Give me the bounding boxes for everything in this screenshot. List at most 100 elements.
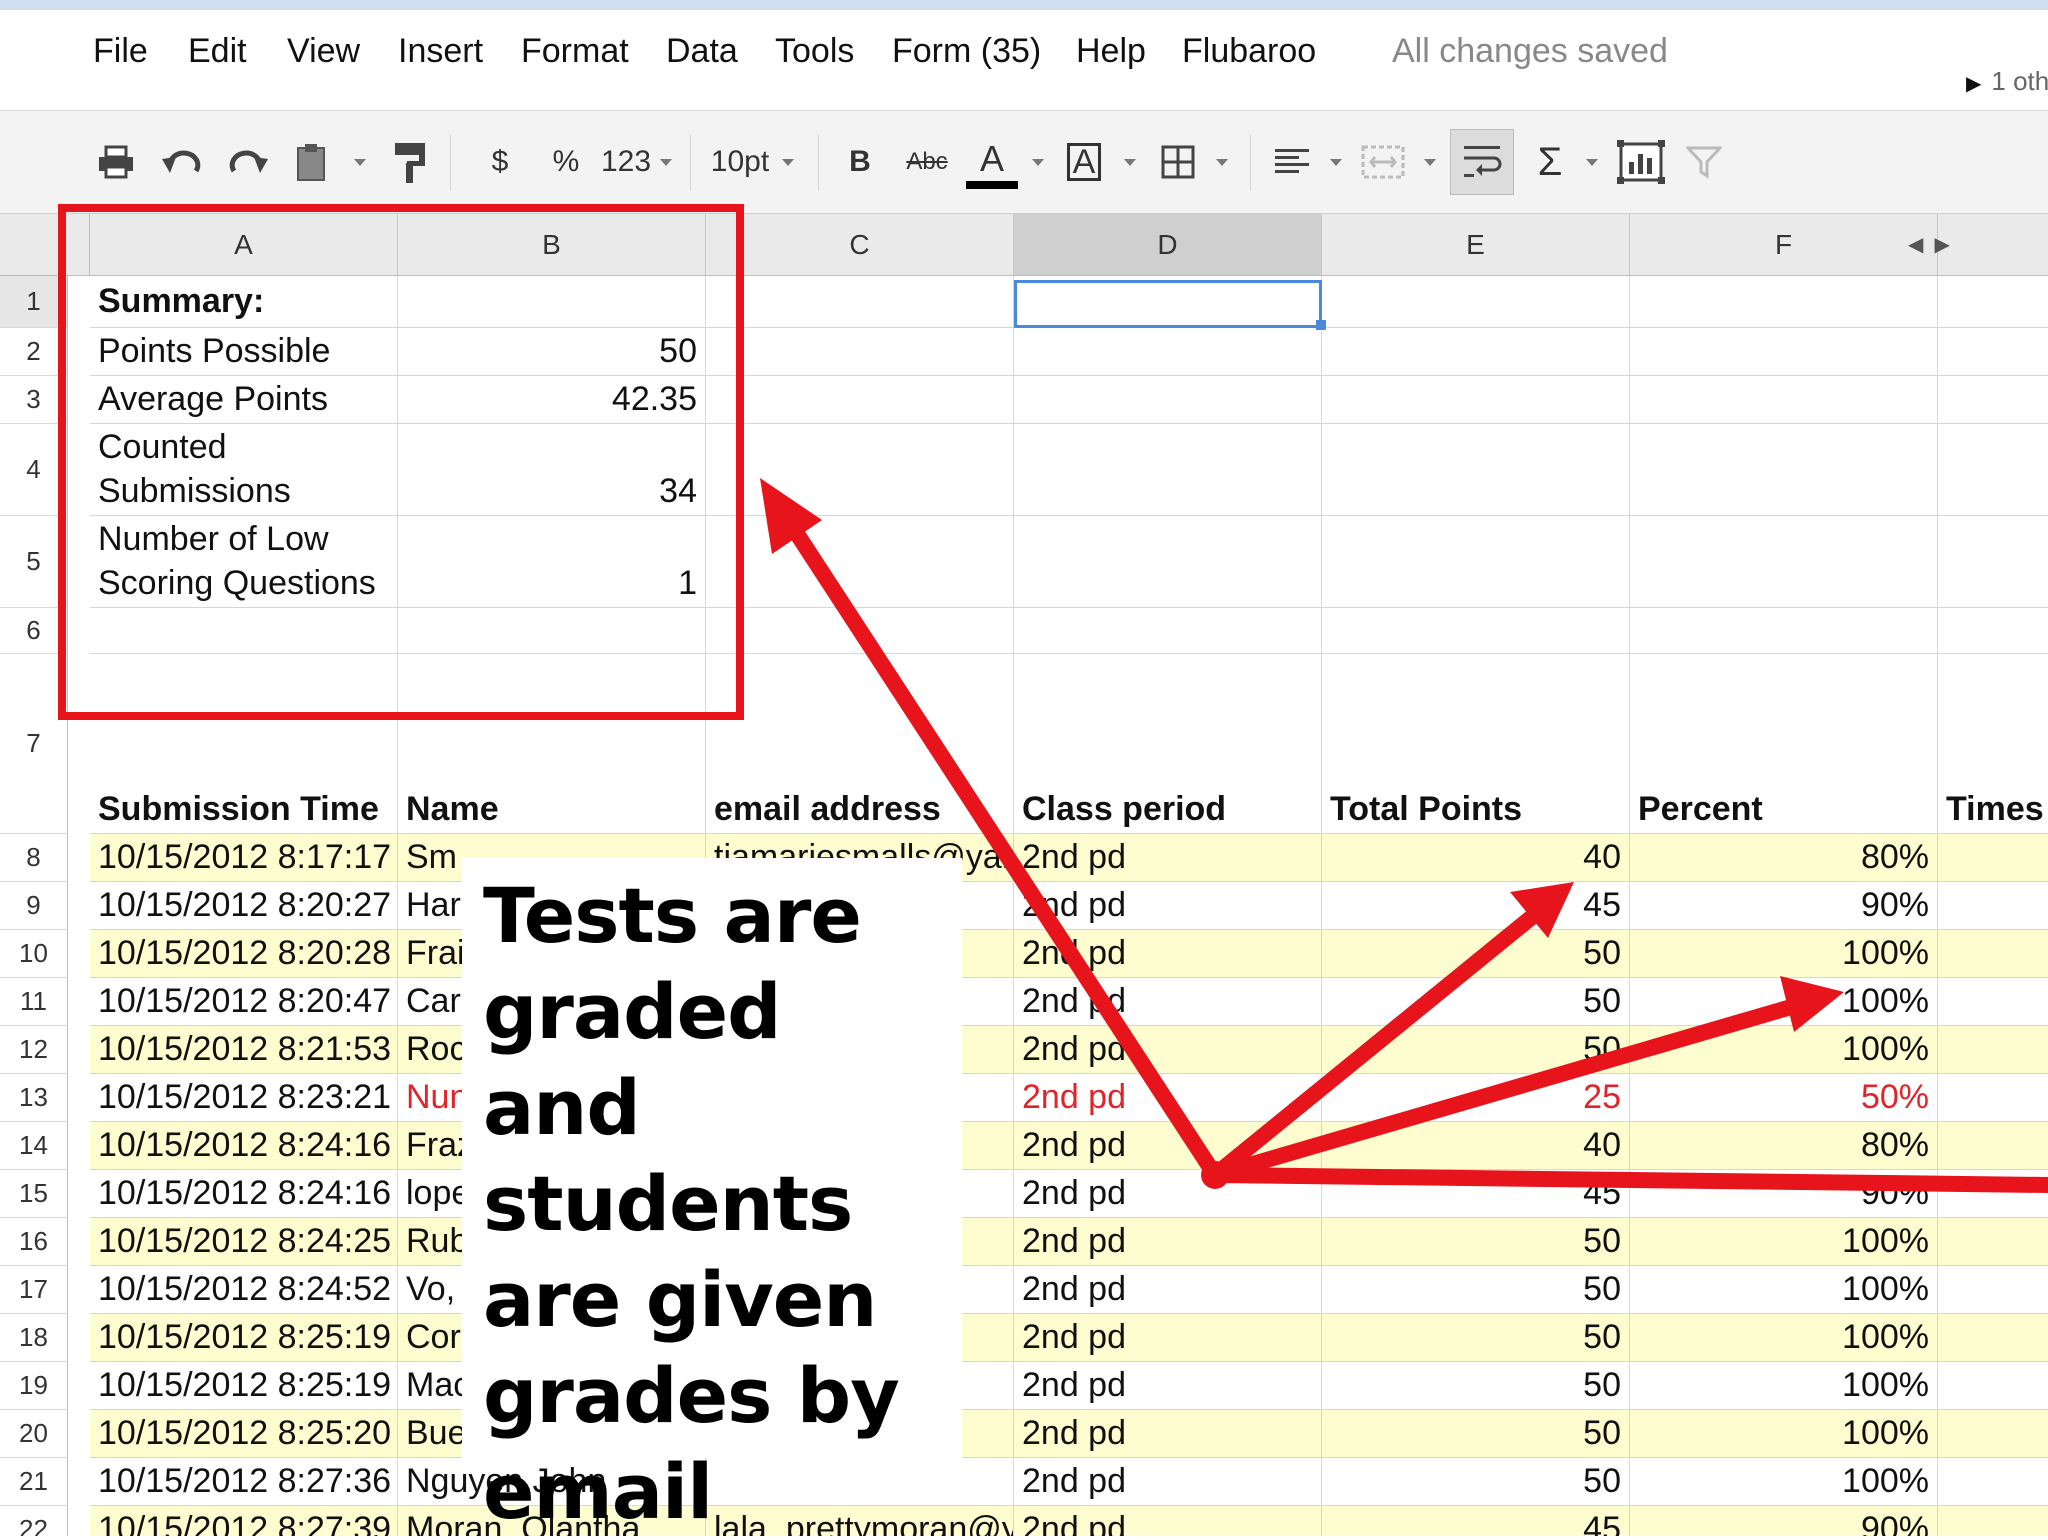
table-cell-points[interactable]: 50 <box>1322 1218 1630 1266</box>
cell[interactable] <box>1630 376 1938 424</box>
sum-function-button[interactable]: Σ <box>1530 137 1570 187</box>
table-cell-points[interactable]: 40 <box>1322 1122 1630 1170</box>
table-cell-times[interactable] <box>1938 1458 2048 1506</box>
row-header[interactable]: 8 <box>0 834 68 882</box>
table-cell-points[interactable]: 25 <box>1322 1074 1630 1122</box>
column-header-a[interactable]: A <box>90 214 398 276</box>
cell[interactable] <box>1322 424 1630 516</box>
row-header[interactable]: 7 <box>0 654 68 834</box>
table-cell-time[interactable]: 10/15/2012 8:24:16 <box>90 1170 398 1218</box>
table-cell-percent[interactable]: 90% <box>1630 882 1938 930</box>
row-header[interactable]: 2 <box>0 328 68 376</box>
table-cell-period[interactable]: 2nd pd <box>1014 930 1322 978</box>
menu-flubaroo[interactable]: Flubaroo <box>1182 32 1316 71</box>
table-cell-time[interactable]: 10/15/2012 8:24:16 <box>90 1122 398 1170</box>
table-cell-time[interactable]: 10/15/2012 8:21:53 <box>90 1026 398 1074</box>
table-cell-points[interactable]: 50 <box>1322 930 1630 978</box>
table-header[interactable]: Percent <box>1630 654 1938 834</box>
row-header[interactable]: 10 <box>0 930 68 978</box>
table-cell-period[interactable]: 2nd pd <box>1014 1314 1322 1362</box>
table-cell-times[interactable] <box>1938 1218 2048 1266</box>
column-header-f[interactable]: F <box>1630 214 1938 276</box>
cell[interactable] <box>1322 608 1630 654</box>
table-cell-period[interactable]: 2nd pd <box>1014 1170 1322 1218</box>
cell[interactable] <box>706 276 1014 328</box>
table-cell-period[interactable]: 2nd pd <box>1014 1266 1322 1314</box>
cell[interactable] <box>1938 376 2048 424</box>
function-caret[interactable] <box>1586 159 1598 166</box>
table-cell-time[interactable]: 10/15/2012 8:25:19 <box>90 1314 398 1362</box>
table-cell-points[interactable]: 50 <box>1322 1410 1630 1458</box>
row-header[interactable]: 16 <box>0 1218 68 1266</box>
cell[interactable] <box>1630 328 1938 376</box>
cell[interactable] <box>706 608 1014 654</box>
paste-dropdown-caret[interactable] <box>354 159 366 166</box>
borders-caret[interactable] <box>1216 159 1228 166</box>
table-header[interactable]: email address <box>706 654 1014 834</box>
row-header[interactable]: 4 <box>0 424 68 516</box>
menu-insert[interactable]: Insert <box>398 32 483 71</box>
menu-form[interactable]: Form (35) <box>892 32 1041 71</box>
cell[interactable] <box>1630 608 1938 654</box>
percent-format-button[interactable]: % <box>548 137 584 187</box>
font-size-caret[interactable] <box>782 159 794 166</box>
summary-value[interactable]: 42.35 <box>398 376 706 424</box>
table-cell-points[interactable]: 50 <box>1322 1362 1630 1410</box>
row-header[interactable]: 18 <box>0 1314 68 1362</box>
menu-file[interactable]: File <box>93 32 148 71</box>
redo-icon[interactable] <box>226 137 270 187</box>
table-header[interactable]: Name <box>398 654 706 834</box>
table-cell-times[interactable] <box>1938 1410 2048 1458</box>
table-cell-percent[interactable]: 100% <box>1630 1266 1938 1314</box>
table-cell-percent[interactable]: 80% <box>1630 834 1938 882</box>
table-cell-percent[interactable]: 100% <box>1630 1458 1938 1506</box>
menu-data[interactable]: Data <box>666 32 738 71</box>
table-cell-time[interactable]: 10/15/2012 8:24:25 <box>90 1218 398 1266</box>
table-cell-period[interactable]: 2nd pd <box>1014 1458 1322 1506</box>
column-header-g[interactable] <box>1938 214 2048 276</box>
bold-button[interactable]: B <box>842 137 878 187</box>
table-cell-time[interactable]: 10/15/2012 8:25:20 <box>90 1410 398 1458</box>
table-header[interactable]: Submission Time <box>90 654 398 834</box>
table-cell-time[interactable]: 10/15/2012 8:27:36 <box>90 1458 398 1506</box>
number-format-caret[interactable] <box>660 159 672 166</box>
table-cell-times[interactable] <box>1938 1026 2048 1074</box>
summary-label[interactable]: Points Possible <box>90 328 398 376</box>
fill-handle[interactable] <box>1316 320 1326 330</box>
table-cell-points[interactable]: 45 <box>1322 882 1630 930</box>
row-header[interactable]: 12 <box>0 1026 68 1074</box>
fill-color-button[interactable]: A <box>1062 137 1106 187</box>
table-cell-time[interactable]: 10/15/2012 8:23:21 <box>90 1074 398 1122</box>
cell[interactable] <box>1014 516 1322 608</box>
menu-edit[interactable]: Edit <box>188 32 247 71</box>
table-cell-period[interactable]: 2nd pd <box>1014 1362 1322 1410</box>
column-header-d[interactable]: D <box>1014 214 1322 276</box>
active-cell-d1[interactable] <box>1014 280 1322 328</box>
table-cell-times[interactable] <box>1938 882 2048 930</box>
align-caret[interactable] <box>1330 159 1342 166</box>
cell[interactable] <box>706 424 1014 516</box>
collaborators-indicator[interactable]: ▶ 1 oth <box>1966 66 2048 97</box>
cell[interactable] <box>1630 276 1938 328</box>
table-cell-time[interactable]: 10/15/2012 8:20:28 <box>90 930 398 978</box>
cell[interactable] <box>706 516 1014 608</box>
row-header[interactable]: 5 <box>0 516 68 608</box>
cell[interactable] <box>1630 424 1938 516</box>
cell[interactable] <box>398 608 706 654</box>
row-header[interactable]: 1 <box>0 276 68 328</box>
insert-chart-icon[interactable] <box>1616 137 1666 187</box>
table-cell-percent[interactable]: 100% <box>1630 1218 1938 1266</box>
row-header[interactable]: 21 <box>0 1458 68 1506</box>
table-cell-period[interactable]: 2nd pd <box>1014 1122 1322 1170</box>
table-cell-times[interactable] <box>1938 1362 2048 1410</box>
filter-icon[interactable] <box>1684 137 1724 187</box>
table-cell-time[interactable]: 10/15/2012 8:24:52 <box>90 1266 398 1314</box>
summary-value[interactable]: 34 <box>398 424 706 516</box>
cell[interactable] <box>1938 328 2048 376</box>
table-cell-times[interactable] <box>1938 1314 2048 1362</box>
merge-cells-icon[interactable] <box>1360 137 1406 187</box>
table-cell-percent[interactable]: 100% <box>1630 978 1938 1026</box>
table-cell-points[interactable]: 50 <box>1322 978 1630 1026</box>
table-cell-times[interactable] <box>1938 978 2048 1026</box>
table-cell-points[interactable]: 45 <box>1322 1170 1630 1218</box>
